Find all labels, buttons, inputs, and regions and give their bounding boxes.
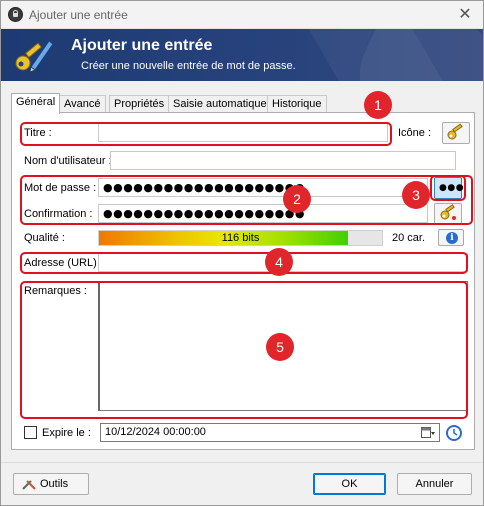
tab-general[interactable]: Général	[11, 93, 61, 114]
title-input[interactable]	[98, 123, 388, 142]
notes-label: Remarques :	[24, 285, 87, 297]
header-banner: Ajouter une entrée Créer une nouvelle en…	[1, 29, 483, 81]
url-label: Adresse (URL) :	[24, 257, 103, 269]
expiry-date-value: 10/12/2024 00:00:00	[105, 426, 206, 438]
username-input[interactable]	[110, 151, 456, 170]
tools-label: Outils	[40, 478, 69, 490]
banner-title: Ajouter une entrée	[71, 37, 213, 54]
expires-checkbox[interactable]	[24, 426, 37, 439]
key-pen-icon	[15, 40, 54, 73]
quality-bits: 116 bits	[221, 232, 260, 244]
quality-bar: 116 bits	[98, 230, 383, 246]
key-generator-icon	[440, 204, 456, 220]
quality-label: Qualité :	[24, 232, 65, 244]
quality-info-button[interactable]: i	[438, 229, 464, 246]
annotation-badge-2: 2	[283, 185, 311, 213]
title-bar: Ajouter une entrée ✕	[1, 1, 483, 29]
tab-history[interactable]: Historique	[267, 95, 327, 113]
clock-icon	[446, 425, 462, 441]
key-icon	[447, 123, 463, 140]
username-label: Nom d'utilisateur :	[24, 155, 112, 167]
tab-advanced[interactable]: Avancé	[59, 95, 106, 113]
footer-separator	[1, 462, 483, 463]
password-label: Mot de passe :	[24, 182, 97, 194]
password-input[interactable]: ●●●●●●●●●●●●●●●●●●●●	[98, 178, 428, 197]
tab-properties[interactable]: Propriétés	[109, 95, 170, 113]
calendar-dropdown-icon[interactable]	[421, 426, 435, 439]
ok-button[interactable]: OK	[313, 473, 386, 495]
info-icon: i	[446, 232, 458, 244]
confirm-label: Confirmation :	[24, 208, 93, 220]
icon-picker-button[interactable]	[442, 122, 470, 144]
icon-label: Icône :	[398, 127, 432, 139]
generate-password-button[interactable]	[434, 203, 462, 225]
toggle-password-visibility-button[interactable]: ●●●	[434, 177, 465, 199]
window-title: Ajouter une entrée	[29, 8, 128, 22]
expiry-presets-button[interactable]	[444, 423, 466, 442]
annotation-badge-5: 5	[266, 333, 294, 361]
annotation-badge-1: 1	[364, 91, 392, 119]
add-entry-dialog: Ajouter une entrée ✕ Ajouter une entrée …	[0, 0, 484, 506]
annotation-badge-3: 3	[402, 181, 430, 209]
tools-icon	[22, 480, 36, 490]
tools-button[interactable]: Outils	[13, 473, 89, 495]
dots-icon: ●●●	[439, 183, 465, 193]
title-label: Titre :	[24, 127, 52, 139]
general-panel: Titre : Icône : Nom d'utilisateur : Mot …	[11, 91, 475, 450]
lock-app-icon	[8, 7, 23, 22]
expires-label: Expire le :	[42, 427, 91, 439]
confirm-password-input[interactable]: ●●●●●●●●●●●●●●●●●●●●	[98, 204, 428, 223]
tab-auto-type[interactable]: Saisie automatique	[168, 95, 272, 113]
quality-char-count: 20 car.	[392, 232, 426, 244]
banner-subtitle: Créer une nouvelle entrée de mot de pass…	[81, 60, 296, 72]
cancel-button[interactable]: Annuler	[397, 473, 472, 495]
expiry-date-picker[interactable]: 10/12/2024 00:00:00	[100, 423, 440, 442]
annotation-badge-4: 4	[265, 248, 293, 276]
close-icon[interactable]: ✕	[453, 4, 477, 26]
